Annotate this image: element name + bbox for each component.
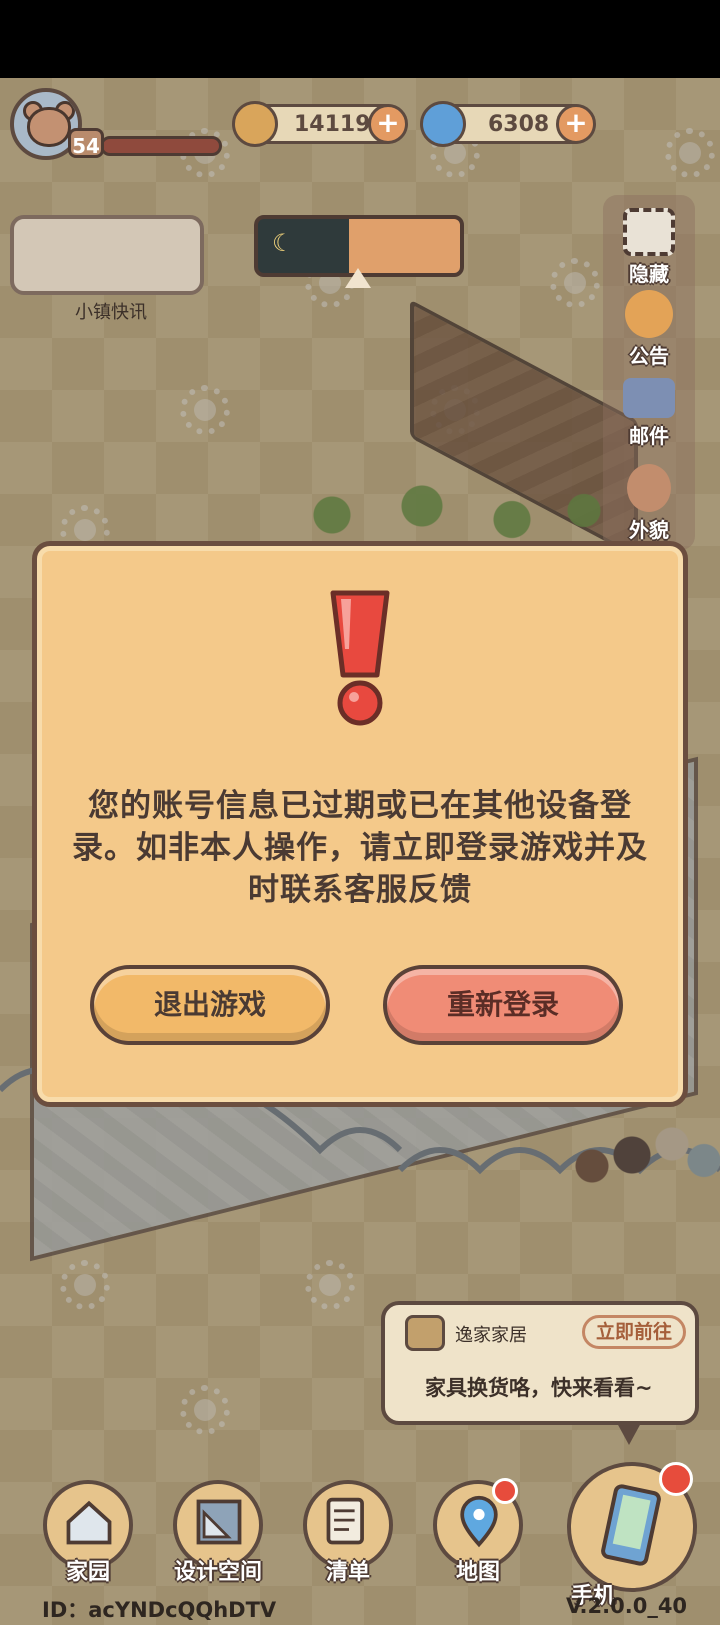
nav-home[interactable]: 家园 bbox=[40, 1480, 136, 1585]
nav-map[interactable]: 地图 bbox=[430, 1478, 526, 1585]
gem-value: 6308 bbox=[488, 112, 550, 137]
dialog-message: 您的账号信息已过期或已在其他设备登录。如非本人操作，请立即登录游戏并及时联系客服… bbox=[72, 788, 648, 908]
appearance-icon bbox=[627, 464, 671, 512]
coin-counter: 141197 + bbox=[232, 101, 408, 147]
nav-phone[interactable]: 手机 bbox=[567, 1462, 697, 1609]
hide-frame-icon bbox=[623, 208, 675, 256]
map-notification-dot bbox=[492, 1478, 518, 1504]
bear-face-icon bbox=[27, 107, 71, 147]
nav-map-label: 地图 bbox=[455, 1560, 500, 1585]
announcement-icon bbox=[625, 290, 673, 338]
relogin-button[interactable]: 重新登录 bbox=[383, 965, 623, 1045]
status-bar bbox=[0, 0, 720, 78]
appearance-button[interactable]: 外貌 bbox=[610, 464, 688, 543]
version-label: V.2.0.0_40 bbox=[566, 1594, 688, 1618]
player-id: ID：acYNDcQQhDTV bbox=[42, 1598, 277, 1622]
announcement-label: 公告 bbox=[629, 344, 669, 368]
time-pointer-icon bbox=[345, 268, 371, 288]
coin-icon bbox=[232, 101, 278, 147]
nav-list[interactable]: 清单 bbox=[300, 1480, 396, 1585]
nav-design-label: 设计空间 bbox=[173, 1560, 262, 1585]
level-badge: 54 bbox=[68, 128, 104, 158]
appearance-label: 外貌 bbox=[629, 518, 669, 542]
nav-design-space[interactable]: 设计空间 bbox=[170, 1480, 266, 1585]
add-gems-button[interactable]: + bbox=[556, 104, 596, 144]
hide-label: 隐藏 bbox=[629, 262, 669, 286]
gem-counter: 6308 + bbox=[420, 101, 596, 147]
moon-icon: ☾ bbox=[272, 229, 294, 257]
sofa-icon bbox=[405, 1315, 445, 1351]
mail-label: 邮件 bbox=[629, 424, 669, 448]
nav-home-label: 家园 bbox=[65, 1560, 110, 1585]
xp-bar bbox=[100, 136, 222, 156]
notice-title: 逸家家居 bbox=[455, 1325, 527, 1346]
furniture-notice[interactable]: 逸家家居 立即前往 家具换货咯，快来看看~ bbox=[381, 1301, 699, 1445]
swirl-gem-icon bbox=[420, 101, 466, 147]
notice-body: 家具换货咯，快来看看~ bbox=[425, 1376, 653, 1400]
exclamation-icon bbox=[330, 590, 390, 726]
announcement-button[interactable]: 公告 bbox=[610, 290, 688, 369]
go-now-button[interactable]: 立即前往 bbox=[582, 1315, 686, 1349]
nav-list-label: 清单 bbox=[325, 1560, 370, 1585]
add-coins-button[interactable]: + bbox=[368, 104, 408, 144]
phone-notification-dot bbox=[659, 1462, 693, 1496]
town-news-label: 小镇快讯 bbox=[75, 302, 147, 323]
town-news-card[interactable] bbox=[10, 215, 204, 295]
mail-button[interactable]: 邮件 bbox=[610, 378, 688, 449]
mail-icon bbox=[623, 378, 675, 418]
phone-icon bbox=[601, 1484, 661, 1566]
hide-ui-button[interactable]: 隐藏 bbox=[610, 208, 688, 287]
exit-game-button[interactable]: 退出游戏 bbox=[90, 965, 330, 1045]
